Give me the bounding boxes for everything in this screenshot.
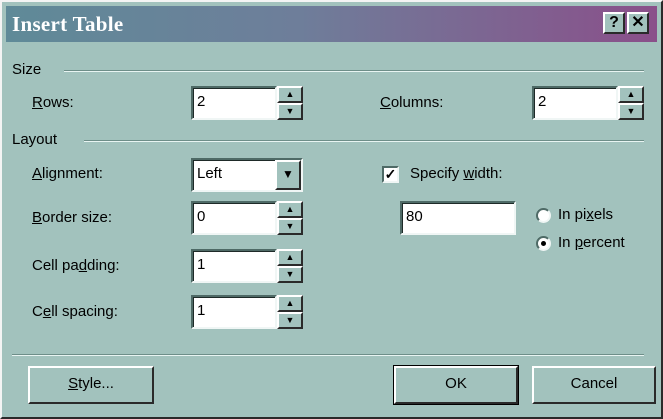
padding-spin-up-icon[interactable]: ▲ (277, 249, 303, 266)
cancel-button[interactable]: Cancel (532, 366, 656, 404)
columns-label: Columns: (380, 94, 444, 111)
layout-group-label: Layout (12, 131, 58, 148)
dialog-title: Insert Table (12, 12, 124, 36)
alignment-value: Left (197, 165, 223, 182)
style-button[interactable]: Style... (28, 366, 154, 404)
columns-spin-up-icon[interactable]: ▲ (618, 86, 644, 103)
rows-spin-up-icon[interactable]: ▲ (277, 86, 303, 103)
alignment-select[interactable]: Left ▼ (191, 158, 303, 192)
chevron-down-icon[interactable]: ▼ (275, 160, 301, 190)
width-input[interactable]: 80 (400, 201, 516, 235)
border-spin-down-icon[interactable]: ▼ (277, 218, 303, 235)
cell-spacing-input[interactable]: 1 (191, 295, 277, 329)
size-group-label: Size (12, 61, 42, 78)
cell-padding-label: Cell padding: (32, 257, 120, 274)
insert-table-dialog: Insert Table ? ✕ Size Rows: 2 ▲ ▼ Column… (0, 0, 663, 419)
cell-spacing-label: Cell spacing: (32, 303, 118, 320)
spacing-spin-down-icon[interactable]: ▼ (277, 312, 303, 329)
columns-spin-down-icon[interactable]: ▼ (618, 103, 644, 120)
in-pixels-label: In pixels (558, 206, 614, 223)
border-size-label: Border size: (32, 209, 113, 226)
layout-divider (84, 140, 644, 142)
columns-input[interactable]: 2 (532, 86, 618, 120)
alignment-label: Alignment: (32, 165, 103, 182)
padding-spin-down-icon[interactable]: ▼ (277, 266, 303, 283)
in-percent-label: In percent (558, 234, 625, 251)
specify-width-label: Specify width: (410, 165, 503, 182)
border-size-spinner[interactable]: ▲ ▼ (277, 201, 303, 235)
footer-divider (12, 354, 644, 356)
cell-padding-spinner[interactable]: ▲ ▼ (277, 249, 303, 283)
specify-width-checkbox[interactable]: ✓ (382, 166, 399, 183)
in-percent-radio[interactable] (536, 236, 551, 251)
title-bar[interactable]: Insert Table ? ✕ (6, 6, 657, 42)
columns-spinner[interactable]: ▲ ▼ (618, 86, 644, 120)
rows-label: Rows: (32, 94, 74, 111)
spacing-spin-up-icon[interactable]: ▲ (277, 295, 303, 312)
ok-button[interactable]: OK (393, 365, 519, 405)
in-pixels-radio[interactable] (536, 208, 551, 223)
cell-spacing-spinner[interactable]: ▲ ▼ (277, 295, 303, 329)
border-size-input[interactable]: 0 (191, 201, 277, 235)
radio-selected-dot (541, 241, 546, 246)
rows-input[interactable]: 2 (191, 86, 277, 120)
border-spin-up-icon[interactable]: ▲ (277, 201, 303, 218)
close-button[interactable]: ✕ (627, 12, 649, 34)
size-divider (64, 70, 644, 72)
rows-spinner[interactable]: ▲ ▼ (277, 86, 303, 120)
cell-padding-input[interactable]: 1 (191, 249, 277, 283)
help-button[interactable]: ? (603, 12, 625, 34)
rows-spin-down-icon[interactable]: ▼ (277, 103, 303, 120)
